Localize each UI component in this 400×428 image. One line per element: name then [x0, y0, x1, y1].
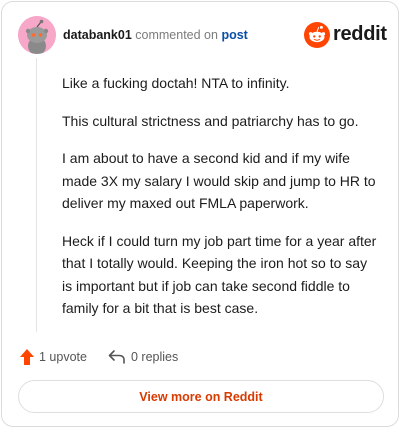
view-more-on-reddit-button[interactable]: View more on Reddit — [18, 380, 384, 413]
upvote-button[interactable]: 1 upvote — [20, 346, 87, 368]
action-text: commented on — [135, 28, 218, 42]
replies-button[interactable]: 0 replies — [108, 346, 178, 368]
comment-paragraph: Heck if I could turn my job part time fo… — [62, 232, 377, 317]
comment-paragraph: This cultural strictness and patriarchy … — [62, 112, 359, 129]
comment-body: Like a fucking doctah! NTA to infinity. … — [62, 72, 378, 335]
replies-count: 0 replies — [131, 350, 179, 364]
comment-meta: databank01 commented on post — [63, 28, 248, 42]
post-link[interactable]: post — [221, 28, 247, 42]
reddit-brand-link[interactable]: reddit — [304, 22, 387, 48]
thread-line — [36, 58, 37, 332]
comment-paragraph: Like a fucking doctah! NTA to infinity. — [62, 75, 290, 91]
upvote-count: 1 upvote — [39, 350, 87, 364]
snoo-avatar-icon — [18, 16, 56, 54]
comment-paragraph: I am about to have a second kid and if m… — [62, 150, 376, 211]
comment-embed-card: databank01 commented on post reddit Like… — [1, 1, 399, 427]
reddit-logo-icon — [304, 22, 330, 48]
comment-actions: 1 upvote 0 replies — [20, 346, 320, 368]
reply-arrow-icon — [108, 350, 125, 364]
username-link[interactable]: databank01 — [63, 28, 132, 42]
upvote-arrow-icon — [20, 349, 34, 365]
user-avatar[interactable] — [18, 16, 56, 54]
comment-header: databank01 commented on post reddit — [18, 16, 387, 56]
reddit-wordmark: reddit — [333, 23, 387, 45]
